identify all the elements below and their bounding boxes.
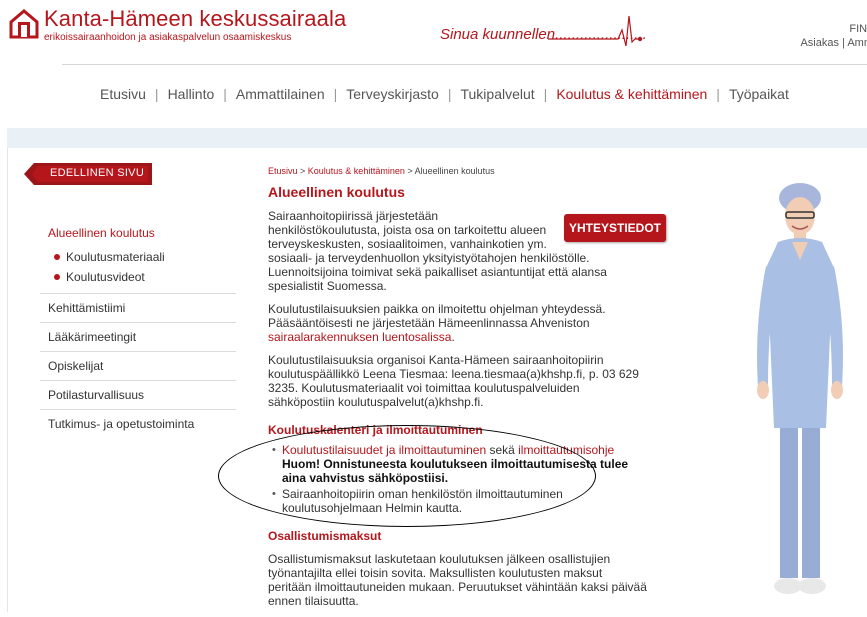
nav-separator: | (154, 86, 159, 102)
content-top-band (7, 128, 867, 148)
nav-separator: | (223, 86, 227, 102)
nurse-photo (738, 176, 858, 617)
nav-ammattilainen[interactable]: Ammattilainen (236, 86, 325, 102)
location-paragraph: Koulutustilaisuuksien paikka on ilmoitet… (268, 302, 606, 344)
main-content: Etusivu > Koulutus & kehittäminen > Alue… (268, 166, 666, 608)
nav-etusivu[interactable]: Etusivu (100, 86, 146, 102)
nav-terveyskirjasto[interactable]: Terveyskirjasto (346, 86, 439, 102)
hospital-logo-icon[interactable] (8, 8, 40, 40)
nav-separator: | (716, 86, 720, 102)
sidebar-item-opiskelijat[interactable]: Opiskelijat (40, 351, 236, 380)
sidebar-item-laakarimeetingit[interactable]: Lääkärimeetingit (40, 322, 236, 351)
breadcrumb-current: Alueellinen koulutus (414, 166, 495, 176)
fees-heading: Osallistumismaksut (268, 529, 382, 543)
language-links[interactable]: FIN | Asiakas | Amm (800, 22, 867, 50)
sidebar: Alueellinen koulutus Koulutusmateriaali … (40, 226, 236, 438)
lecture-hall-link[interactable]: sairaalarakennuksen luentosalissa (268, 330, 451, 344)
sidebar-item-alueellinen-koulutus[interactable]: Alueellinen koulutus (48, 226, 236, 240)
contact-info-button[interactable]: YHTEYSTIEDOT (564, 214, 666, 242)
heartbeat-icon (548, 12, 643, 57)
nav-tukipalvelut[interactable]: Tukipalvelut (460, 86, 534, 102)
audience-switch[interactable]: Asiakas | Amm (800, 36, 867, 50)
site-title[interactable]: Kanta-Hämeen keskussairaala (44, 6, 346, 32)
nav-separator: | (333, 86, 338, 102)
highlight-annotation-oval (218, 425, 596, 527)
organizer-paragraph: Koulutustilaisuuksia organisoi Kanta-Häm… (268, 353, 639, 409)
nav-koulutus-kehittaminen[interactable]: Koulutus & kehittäminen (556, 86, 707, 102)
fees-paragraph: Osallistumismaksut laskutetaan koulutuks… (268, 552, 647, 608)
breadcrumb-section[interactable]: Koulutus & kehittäminen (308, 166, 405, 176)
sidebar-item-tutkimus-opetustoiminta[interactable]: Tutkimus- ja opetustoiminta (40, 409, 236, 438)
sidebar-submenu: Koulutusmateriaali Koulutusvideot (52, 247, 236, 287)
content-frame (7, 148, 8, 612)
nav-tyopaikat[interactable]: Työpaikat (729, 86, 789, 102)
header-divider (62, 64, 867, 65)
back-button-label: EDELLINEN SIVU (50, 167, 145, 179)
site-subtitle: erikoissairaanhoidon ja asiakaspalvelun … (44, 32, 292, 43)
breadcrumb-home[interactable]: Etusivu (268, 166, 298, 176)
sidebar-subitem-koulutusvideot[interactable]: Koulutusvideot (52, 267, 236, 287)
breadcrumb: Etusivu > Koulutus & kehittäminen > Alue… (268, 166, 495, 176)
sidebar-item-potilasturvallisuus[interactable]: Potilasturvallisuus (40, 380, 236, 409)
main-navigation: Etusivu | Hallinto | Ammattilainen | Terveyski… (100, 86, 789, 102)
sidebar-subitem-koulutusmateriaali[interactable]: Koulutusmateriaali (52, 247, 236, 267)
nav-separator: | (447, 86, 452, 102)
language-switch[interactable]: FIN | (800, 22, 867, 36)
nav-hallinto[interactable]: Hallinto (168, 86, 215, 102)
sidebar-item-kehittamistiimi[interactable]: Kehittämistiimi (40, 293, 236, 322)
nav-separator: | (543, 86, 548, 102)
page-title: Alueellinen koulutus (268, 184, 405, 200)
back-button[interactable]: EDELLINEN SIVU (24, 163, 152, 185)
